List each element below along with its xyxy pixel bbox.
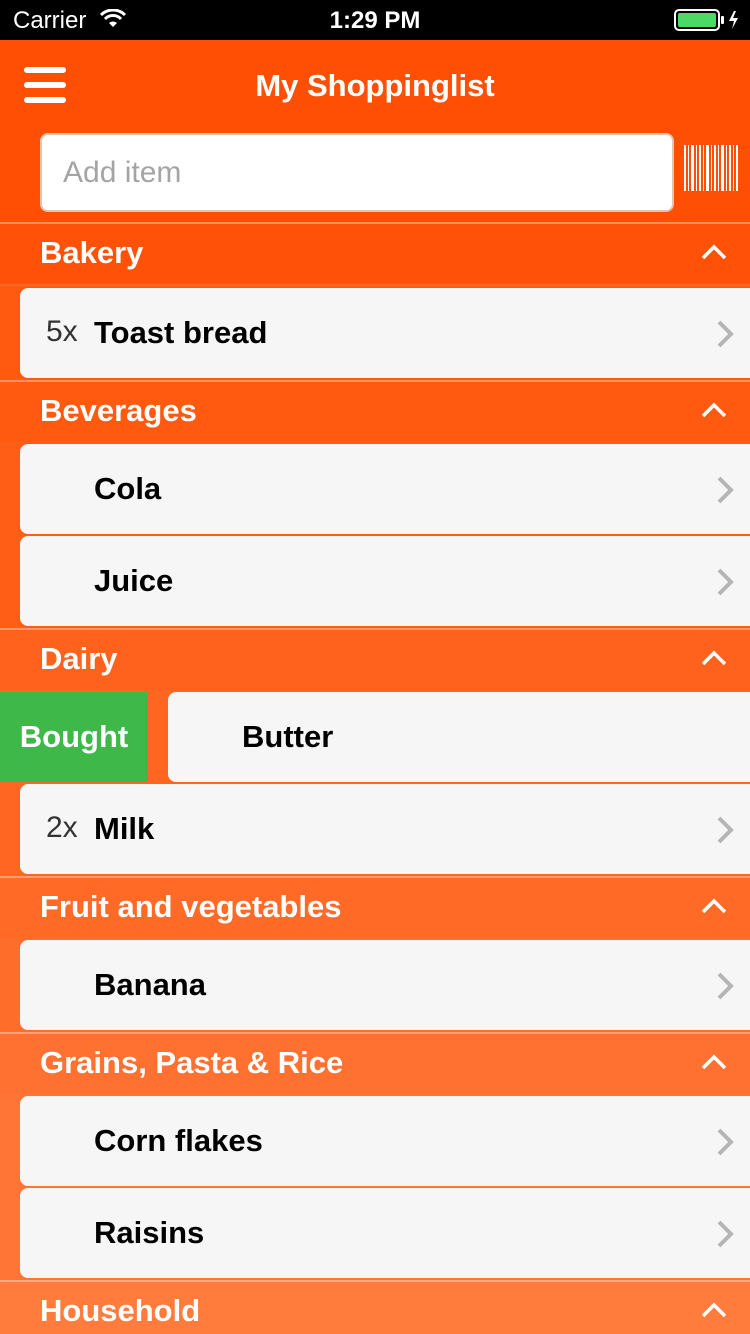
chevron-up-icon bbox=[701, 1302, 727, 1318]
category-header-beverages[interactable]: Beverages bbox=[0, 380, 750, 442]
chevron-right-icon bbox=[717, 476, 734, 504]
item-name: Toast bread bbox=[94, 315, 268, 350]
chevron-right-icon bbox=[717, 568, 734, 596]
category-header-bakery[interactable]: Bakery bbox=[0, 222, 750, 284]
category-header-household[interactable]: Household bbox=[0, 1280, 750, 1334]
list-item[interactable]: Corn flakes bbox=[20, 1096, 750, 1186]
item-quantity: 2x bbox=[46, 811, 78, 844]
list-item[interactable]: 2x Milk bbox=[20, 784, 750, 874]
category-label: Household bbox=[40, 1293, 201, 1328]
list-item[interactable]: Cola bbox=[20, 444, 750, 534]
chevron-right-icon bbox=[717, 972, 734, 1000]
item-quantity: 5x bbox=[46, 315, 78, 348]
bought-button[interactable]: Bought bbox=[0, 692, 148, 782]
chevron-up-icon bbox=[701, 402, 727, 418]
category-label: Fruit and vegetables bbox=[40, 889, 342, 924]
chevron-right-icon bbox=[717, 816, 734, 844]
chevron-right-icon bbox=[717, 1128, 734, 1156]
category-header-dairy[interactable]: Dairy bbox=[0, 628, 750, 690]
chevron-up-icon bbox=[701, 898, 727, 914]
app-header: My Shoppinglist bbox=[0, 40, 750, 222]
chevron-up-icon bbox=[701, 1054, 727, 1070]
category-header-grains-pasta-rice[interactable]: Grains, Pasta & Rice bbox=[0, 1032, 750, 1094]
item-name: Cola bbox=[94, 471, 162, 506]
add-item-input[interactable] bbox=[40, 133, 674, 212]
item-name: Banana bbox=[94, 967, 206, 1002]
barcode-scanner-icon[interactable] bbox=[683, 145, 739, 191]
page-title: My Shoppinglist bbox=[255, 68, 495, 103]
list-item[interactable]: Banana bbox=[20, 940, 750, 1030]
list-item[interactable]: 5x Toast bread bbox=[20, 288, 750, 378]
category-label: Dairy bbox=[40, 641, 118, 676]
list-item-swiped[interactable]: Butter bbox=[168, 692, 750, 782]
item-name: Corn flakes bbox=[94, 1123, 263, 1158]
category-label: Beverages bbox=[40, 393, 197, 428]
item-name: Raisins bbox=[94, 1215, 205, 1250]
category-header-fruit-and-vegetables[interactable]: Fruit and vegetables bbox=[0, 876, 750, 938]
category-label: Bakery bbox=[40, 235, 144, 270]
list-item[interactable]: Juice bbox=[20, 536, 750, 626]
item-name: Butter bbox=[242, 719, 334, 754]
chevron-right-icon bbox=[717, 320, 734, 348]
item-name: Milk bbox=[94, 811, 155, 846]
item-name: Juice bbox=[94, 563, 174, 598]
chevron-up-icon bbox=[701, 650, 727, 666]
chevron-right-icon bbox=[717, 1220, 734, 1248]
status-bar: Carrier 1:29 PM bbox=[0, 0, 750, 40]
list-item[interactable]: Raisins bbox=[20, 1188, 750, 1278]
battery-icon bbox=[674, 9, 738, 31]
category-label: Grains, Pasta & Rice bbox=[40, 1045, 344, 1080]
clock: 1:29 PM bbox=[329, 7, 421, 34]
chevron-up-icon bbox=[701, 244, 727, 260]
